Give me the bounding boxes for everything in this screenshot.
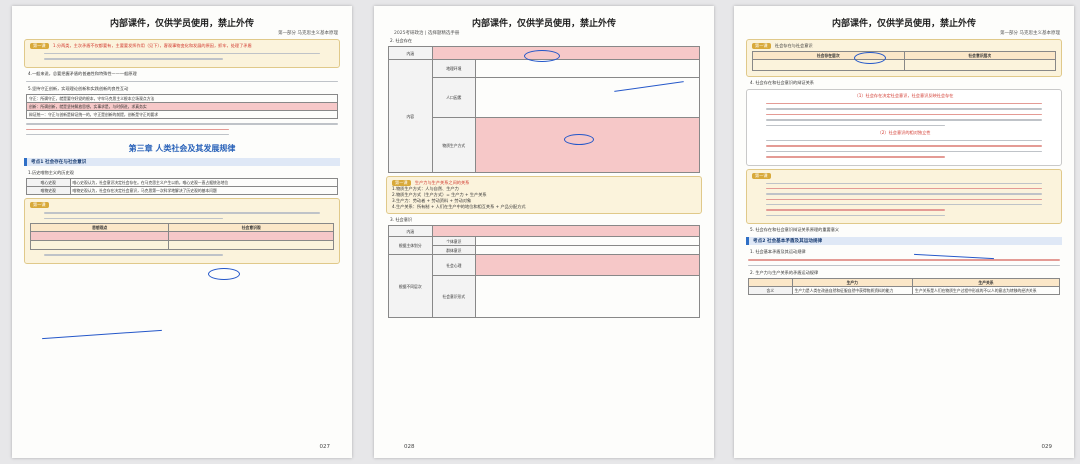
tip-box-text: 1.分两类，主次矛盾不仅都要有，主要要发挥作用（见下），客观事物变化和发展的原因… <box>52 43 252 48</box>
tip-box: 第一课 生产力与生产关系之间的关系 1.物质生产方式：人与自然、生产力 2.物质… <box>386 176 702 214</box>
row-label: 根据主体划分 <box>388 236 433 255</box>
table-cell <box>903 59 1056 71</box>
page-number: 027 <box>319 444 331 450</box>
table-cell <box>475 59 700 78</box>
column-header: 社会意识观 <box>168 223 334 233</box>
table-cell <box>29 231 170 242</box>
tip-box-title: 社会存在与社会意识 <box>774 43 813 48</box>
tip-item: 4.生产关系：所有制 + 人们在生产中的地位和相互关系 + 产品分配方式 <box>392 204 526 209</box>
table-cell: 守正：所谓守正，就是要守好党的根本，守牢马克思主义根本立场观点方法 <box>26 94 338 104</box>
section-heading: 5.坚持守正创新，实现理论创新和实践创新的良性互动 <box>28 86 129 92</box>
relation-box: （1）社会存在决定社会意识，社会意识反映社会存在 （2）社会意识的相对独立性 <box>746 89 1062 166</box>
table-cell <box>168 231 334 242</box>
tip-box-title: 生产力与生产关系之间的关系 <box>414 180 470 185</box>
ink-circle <box>524 50 560 62</box>
table-cell: 辩证统一：守正与创新是辩证统一的，守正是创新的前提，创新是守正的要求 <box>26 110 338 120</box>
column-header: 思想观点 <box>29 223 170 233</box>
tip-box: 第一课 1.分两类，主次矛盾不仅都要有，主要要发挥作用（见下），客观事物变化和发… <box>24 39 340 68</box>
tip-box-tag: 第一课 <box>752 172 771 179</box>
table-cell <box>29 240 170 251</box>
column-header: 生产力 <box>791 278 914 288</box>
section-heading: 3. 社会意识 <box>390 217 413 222</box>
table-cell <box>431 46 701 60</box>
row-label: 内涵 <box>388 225 433 237</box>
sub-label: 地理环境 <box>431 59 477 78</box>
table-cell: 生产力是人类在改造自然和征服自然中获得物质资料的能力 <box>791 286 914 296</box>
table-cell <box>475 236 700 246</box>
productivity-table: 生产力 生产关系 含义 生产力是人类在改造自然和征服自然中获得物质资料的能力 生… <box>748 278 1060 296</box>
column-header: 社会意识层次 <box>903 51 1056 60</box>
tip-box-tag: 第一课 <box>752 43 771 49</box>
row-label: 唯心史观 <box>26 178 71 188</box>
ink-circle <box>564 134 594 145</box>
ink-stroke <box>42 329 162 340</box>
table-cell <box>475 253 700 277</box>
inner-title: （2）社会意识的相对独立性 <box>877 129 931 135</box>
inner-title: （1）社会存在决定社会意识，社会意识反映社会存在 <box>854 93 954 98</box>
table-cell <box>475 245 700 255</box>
table-cell <box>475 275 700 318</box>
key-point-title: 考点1 社会存在与社会意识 <box>24 158 340 167</box>
row-label: 唯物史观 <box>26 186 71 196</box>
chapter-title: 第三章 人类社会及其发展规律 <box>128 144 236 154</box>
page-number: 029 <box>1041 444 1053 450</box>
views-table: 思想观点 社会意识观 <box>29 223 334 251</box>
ink-circle <box>208 268 240 280</box>
page-number: 028 <box>404 444 415 450</box>
tip-box: 第一课 社会存在与社会意识 社会存在层次 社会意识层次 <box>746 39 1062 77</box>
page-header-subtitle: 2025考研政治 | 选择题精选手册 <box>394 31 460 36</box>
table-cell: 唯物史观认为，社会存在决定社会意识，马克思第一次科学地解决了历史观的基本问题 <box>69 186 339 196</box>
tip-box-tag: 第一课 <box>30 202 49 209</box>
section-heading: 4. 社会存在和社会意识的辩证关系 <box>750 80 814 85</box>
table-cell <box>475 117 700 173</box>
social-existence-table: 内涵 内容 地理环境 人口因素 物质生产方式 <box>388 46 701 173</box>
sub-label: 群体意识 <box>431 245 477 255</box>
section-heading: 4.一般来说，总要把握矛盾的普遍性和特殊性——一般原理 <box>28 70 137 76</box>
subsection-heading: 2. 生产力与生产关系的矛盾运动规律 <box>750 270 819 276</box>
table-cell: 唯心史观认为，社会意识决定社会存在。在马克思主义产生以前，唯心史观一直占据统治地… <box>69 178 339 188</box>
social-consciousness-table: 内涵 根据主体划分 个体意识 群体意识 根据不同层次 社会心理 社会意识形式 <box>388 225 701 318</box>
column-header: 生产关系 <box>912 278 1060 288</box>
table-cell: 生产关系是人们在物质生产过程中形成的不以人的意志为转移的经济关系 <box>912 286 1060 296</box>
row-label: 内容 <box>388 59 433 173</box>
page-027: 内部课件，仅供学员使用，禁止外传 第一部分 马克思主义基本原理 第一课 1.分两… <box>12 6 352 458</box>
ink-circle <box>854 52 886 64</box>
shouzheng-table: 守正：所谓守正，就是要守好党的根本，守牢马克思主义根本立场观点方法 创新：所谓创… <box>26 94 338 120</box>
row-label: 内涵 <box>388 46 433 60</box>
page-header-title: 内部课件，仅供学员使用，禁止外传 <box>831 19 976 29</box>
row-label: 根据不同层次 <box>388 254 433 318</box>
subsection-heading: 1. 社会基本矛盾及其运动规律 <box>750 249 806 255</box>
table-cell <box>168 240 334 251</box>
page-029: 内部课件，仅供学员使用，禁止外传 第一部分 马克思主义基本原理 第一课 社会存在… <box>734 6 1074 458</box>
sub-label: 物质生产方式 <box>431 117 477 173</box>
section-heading: 5. 社会存在和社会意识辩证关系原理的重要意义 <box>750 227 840 233</box>
section-heading: 2. 社会存在 <box>390 38 413 43</box>
subsection-heading: 1.历史唯物主义的历史观 <box>28 170 74 176</box>
page-header-title: 内部课件，仅供学员使用，禁止外传 <box>109 19 254 29</box>
tip-box: 第一课 <box>746 168 1062 225</box>
sub-label: 社会意识形式 <box>431 275 477 318</box>
page-header-subtitle: 第一部分 马克思主义基本原理 <box>278 31 338 36</box>
row-label: 含义 <box>748 286 793 296</box>
page-header-title: 内部课件，仅供学员使用，禁止外传 <box>471 19 616 29</box>
table-cell: 创新：所谓创新，就是坚持解放思想，实事求是，与时俱进，求真务实 <box>26 102 338 112</box>
tip-box: 第一课 思想观点 社会意识观 <box>24 198 340 264</box>
sub-label: 个体意识 <box>431 236 477 246</box>
page-028: 内部课件，仅供学员使用，禁止外传 2025考研政治 | 选择题精选手册 2. 社… <box>374 6 714 458</box>
page-header-subtitle: 第一部分 马克思主义基本原理 <box>1000 31 1060 36</box>
history-view-table: 唯心史观 唯心史观认为，社会意识决定社会存在。在马克思主义产生以前，唯心史观一直… <box>26 178 339 196</box>
column-header <box>748 278 793 288</box>
key-point-title: 考点2 社会基本矛盾及其运动规律 <box>746 237 1062 246</box>
sub-label: 社会心理 <box>431 253 477 277</box>
table-cell <box>431 225 701 237</box>
layers-table: 社会存在层次 社会意识层次 <box>752 51 1056 71</box>
sub-label: 人口因素 <box>431 76 477 119</box>
tip-box-tag: 第一课 <box>30 43 49 49</box>
